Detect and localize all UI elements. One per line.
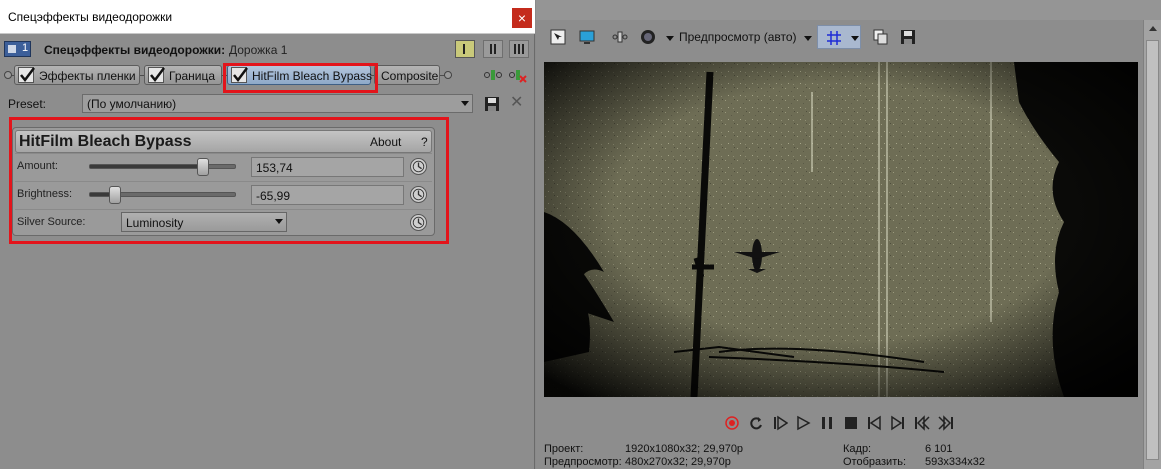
- fx-header-label: Спецэффекты видеодорожки:: [44, 43, 226, 57]
- display-value: 593x334x32: [925, 456, 985, 468]
- dialog-titlebar: Спецэффекты видеодорожки ×: [0, 0, 535, 34]
- amount-input[interactable]: 153,74: [251, 157, 404, 177]
- copy-snapshot-icon[interactable]: [872, 28, 890, 46]
- plugin-highlight-box: [223, 63, 378, 93]
- animate-icon[interactable]: [410, 214, 427, 231]
- chevron-down-icon: [461, 101, 469, 106]
- vertical-scrollbar[interactable]: [1143, 20, 1161, 469]
- brightness-input[interactable]: -65,99: [251, 185, 404, 205]
- scroll-up-icon[interactable]: [1149, 26, 1157, 31]
- preview-res-value: 480x270x32; 29,970p: [625, 456, 731, 468]
- video-track-fx-dialog: Спецэффекты видеодорожки × 1 Спецэффекты…: [0, 0, 535, 469]
- plugin-label: Граница: [169, 69, 216, 83]
- silver-source-dropdown[interactable]: Luminosity: [121, 212, 287, 232]
- frame-value: 6 101: [925, 443, 953, 455]
- play-from-start-icon[interactable]: [772, 415, 788, 431]
- preview-toolbar: Предпросмотр (авто): [536, 24, 1161, 50]
- next-frame-icon[interactable]: [938, 415, 954, 431]
- silver-source-value: Luminosity: [126, 216, 184, 230]
- chevron-down-icon: [851, 36, 859, 41]
- animate-icon[interactable]: [410, 158, 427, 175]
- fx-track-name: Дорожка 1: [229, 43, 288, 57]
- video-preview-window: Предпросмотр (авто) Проект: 1920x1080x32…: [536, 0, 1161, 469]
- plugin-border[interactable]: Граница: [144, 65, 222, 85]
- chain-end-node: [444, 71, 452, 79]
- save-preset-icon[interactable]: [484, 96, 500, 112]
- split-view-icon[interactable]: [611, 28, 629, 46]
- chain-start-node: [4, 71, 12, 79]
- track-icon: [8, 45, 16, 53]
- remove-plugin-icon[interactable]: [509, 67, 527, 83]
- go-to-end-icon[interactable]: [890, 415, 906, 431]
- animate-icon[interactable]: [410, 186, 427, 203]
- video-frame: [544, 62, 1138, 397]
- effect-panel-header: HitFilm Bleach Bypass About ?: [15, 130, 432, 153]
- preview-quality-icon[interactable]: [639, 28, 657, 46]
- view-single-column-button[interactable]: [455, 40, 475, 58]
- track-chip: 1: [4, 41, 31, 57]
- param-label: Silver Source:: [17, 216, 86, 228]
- fx-header-row: 1 Спецэффекты видеодорожки: Дорожка 1: [0, 38, 535, 62]
- save-snapshot-icon[interactable]: [899, 28, 917, 46]
- track-number: 1: [22, 42, 29, 54]
- about-button[interactable]: About: [370, 135, 401, 149]
- scrollbar-thumb[interactable]: [1146, 40, 1159, 460]
- plugin-composite[interactable]: Composite: [374, 65, 440, 85]
- brightness-slider[interactable]: [89, 186, 236, 204]
- preset-row: Preset: (По умолчанию) ✕: [0, 93, 535, 115]
- chevron-down-icon[interactable]: [804, 36, 812, 41]
- amount-value: 153,74: [256, 161, 293, 175]
- record-icon[interactable]: [724, 415, 740, 431]
- preset-label: Preset:: [8, 97, 47, 111]
- play-icon[interactable]: [795, 415, 811, 431]
- plugin-checkbox[interactable]: [148, 67, 165, 83]
- effect-panel: HitFilm Bleach Bypass About ? Amount: 15…: [12, 127, 435, 236]
- effect-title: HitFilm Bleach Bypass: [19, 133, 192, 150]
- preview-res-label: Предпросмотр:: [544, 456, 622, 468]
- help-button[interactable]: ?: [421, 135, 428, 149]
- preset-dropdown[interactable]: (По умолчанию): [82, 94, 473, 113]
- close-button[interactable]: ×: [512, 8, 532, 28]
- video-frame-image: [544, 62, 1138, 397]
- preset-value: (По умолчанию): [87, 97, 177, 111]
- overlays-button[interactable]: [817, 25, 861, 49]
- param-row-silver-source: Silver Source: Luminosity: [15, 209, 432, 235]
- param-row-amount: Amount: 153,74: [15, 153, 432, 179]
- preview-mode-label[interactable]: Предпросмотр (авто): [679, 30, 797, 44]
- previous-frame-icon[interactable]: [914, 415, 930, 431]
- project-label: Проект:: [544, 443, 584, 455]
- view-two-column-button[interactable]: [483, 40, 503, 58]
- amount-slider[interactable]: [89, 158, 236, 176]
- slider-handle[interactable]: [108, 186, 121, 204]
- param-row-brightness: Brightness: -65,99: [15, 181, 432, 207]
- go-to-start-icon[interactable]: [866, 415, 882, 431]
- plugin-film-effects[interactable]: Эффекты пленки: [14, 65, 140, 85]
- frame-label: Кадр:: [843, 443, 872, 455]
- loop-icon[interactable]: [748, 415, 764, 431]
- monitor-icon[interactable]: [578, 28, 596, 46]
- preview-info-panel: Проект: 1920x1080x32; 29,970p Предпросмо…: [536, 440, 1141, 469]
- chevron-down-icon: [275, 219, 283, 224]
- param-label: Brightness:: [17, 188, 73, 200]
- view-grid-button[interactable]: [509, 40, 529, 58]
- video-output-icon[interactable]: [549, 28, 567, 46]
- grid-icon: [827, 31, 841, 45]
- preview-top-strip: [536, 0, 1161, 20]
- brightness-value: -65,99: [256, 189, 291, 203]
- plugin-label: Composite: [381, 69, 439, 83]
- dialog-title: Спецэффекты видеодорожки: [8, 10, 173, 24]
- plugin-checkbox[interactable]: [18, 67, 35, 83]
- param-label: Amount:: [17, 160, 58, 172]
- plugin-chain-icon[interactable]: [484, 67, 502, 83]
- transport-controls: [536, 410, 1161, 436]
- plugin-label: Эффекты пленки: [39, 69, 136, 83]
- slider-handle[interactable]: [197, 158, 210, 176]
- slider-fill: [90, 165, 204, 168]
- project-value: 1920x1080x32; 29,970p: [625, 443, 744, 455]
- pause-icon[interactable]: [819, 415, 835, 431]
- stop-icon[interactable]: [843, 415, 859, 431]
- delete-preset-icon[interactable]: ✕: [510, 95, 523, 111]
- chevron-down-icon[interactable]: [666, 36, 674, 41]
- display-label: Отобразить:: [843, 456, 907, 468]
